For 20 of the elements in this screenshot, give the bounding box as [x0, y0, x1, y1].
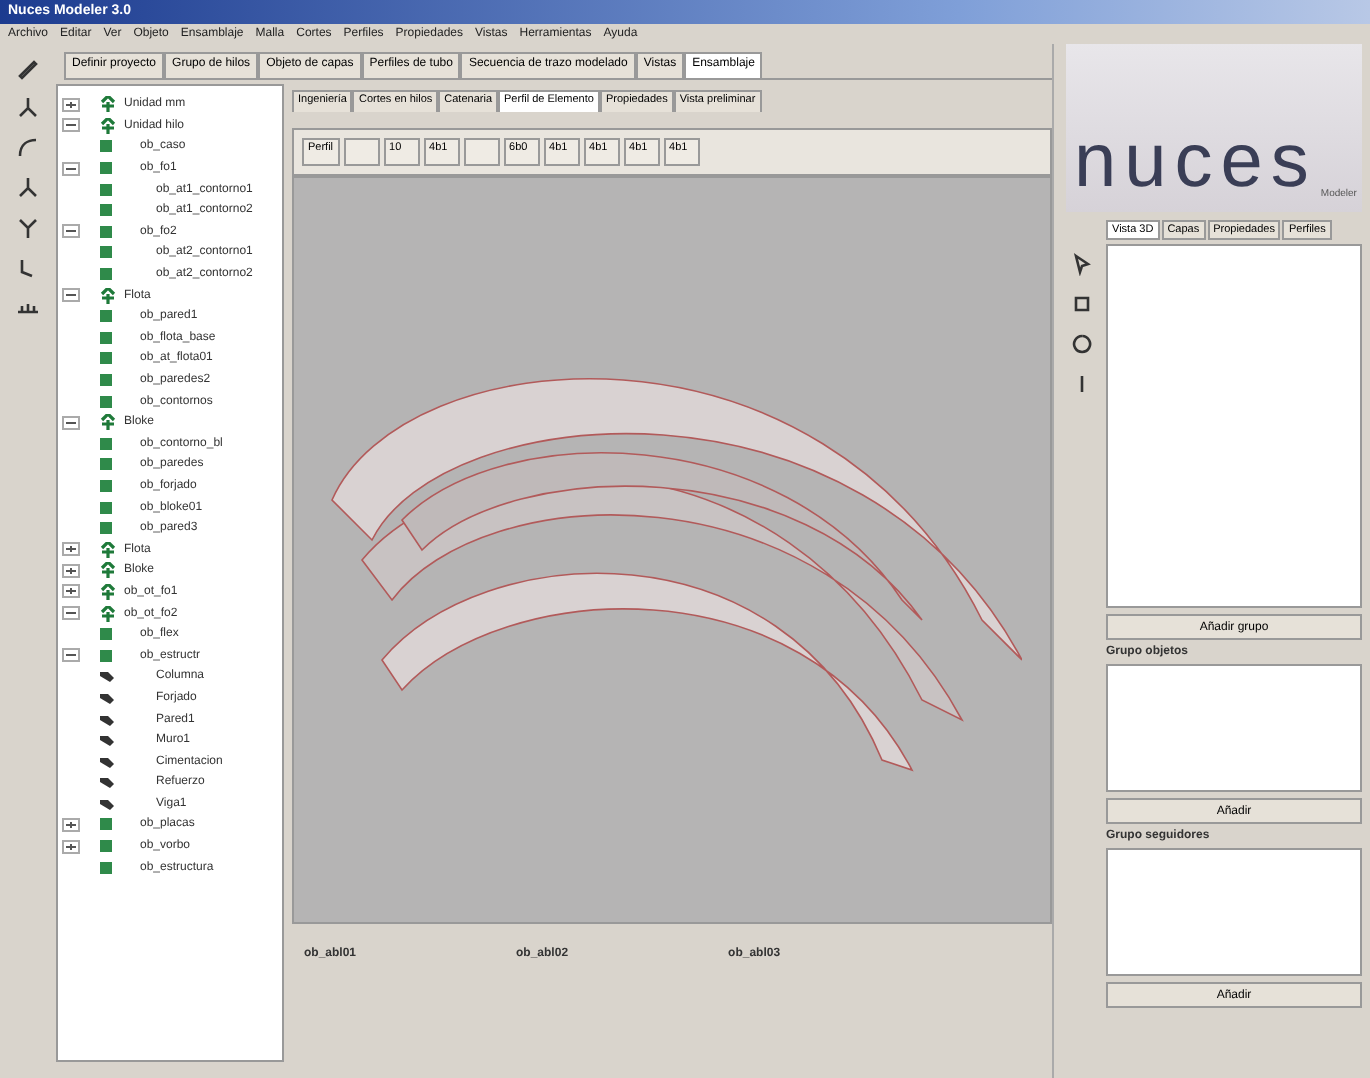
expander-box[interactable]	[62, 606, 80, 621]
expander-box[interactable]	[62, 415, 80, 430]
expander-box[interactable]	[62, 648, 80, 663]
expander-box[interactable]	[62, 839, 80, 854]
curve-icon[interactable]	[16, 136, 40, 160]
expander-box[interactable]	[62, 288, 80, 303]
expander-box[interactable]	[62, 97, 80, 112]
expander-box[interactable]	[62, 563, 80, 578]
pointer-icon[interactable]	[1070, 252, 1094, 276]
expander-box[interactable]	[62, 817, 80, 832]
expander-box[interactable]	[62, 161, 80, 176]
node-icon[interactable]	[16, 176, 40, 200]
expander-box[interactable]	[62, 118, 80, 133]
expander-box[interactable]	[62, 224, 80, 239]
node-icon[interactable]	[16, 216, 40, 240]
pencil-icon[interactable]	[16, 56, 40, 80]
expander-box[interactable]	[62, 542, 80, 557]
node-icon[interactable]	[16, 96, 40, 120]
expander-box[interactable]	[62, 584, 80, 599]
square-icon[interactable]	[1070, 292, 1094, 316]
